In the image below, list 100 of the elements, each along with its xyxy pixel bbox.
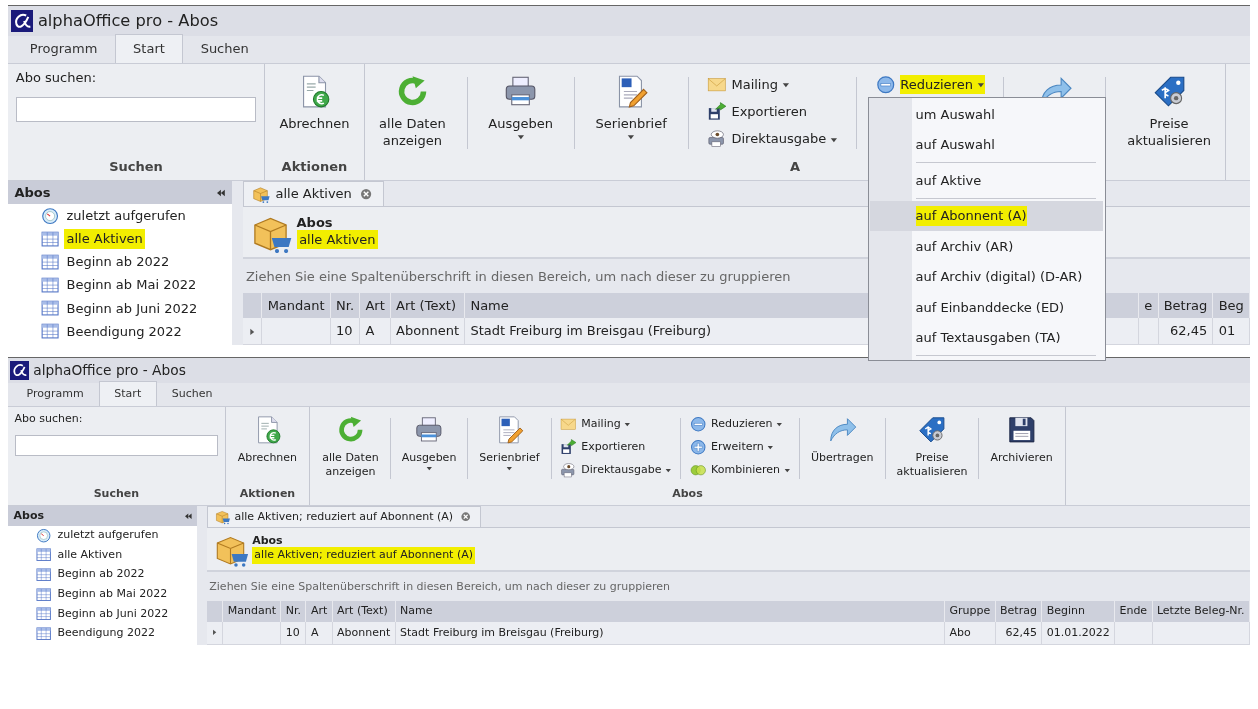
ribbon-button[interactable]: Preise aktualisieren xyxy=(1120,68,1218,155)
menu-item[interactable]: auf Archiv (AR) xyxy=(870,231,1104,262)
sidebar-item[interactable]: Beginn ab Mai 2022 xyxy=(8,273,232,297)
column-header[interactable]: Letzte Beleg-Nr. xyxy=(1152,601,1250,622)
view-subtitle: alle Aktiven; reduziert auf Abonnent (A) xyxy=(252,547,476,564)
ribbon-button[interactable]: Reduzieren xyxy=(686,414,794,435)
printer-eye-icon xyxy=(706,129,727,149)
ribbon-button[interactable]: Serienbrief xyxy=(589,68,674,146)
sidebar-item[interactable]: zuletzt aufgerufen xyxy=(8,204,232,228)
ribbon-button[interactable]: Erweitern xyxy=(686,437,794,458)
ribbon-button[interactable]: Mailing xyxy=(702,72,843,97)
search-field[interactable] xyxy=(15,96,257,122)
column-header[interactable]: Ende xyxy=(1114,601,1152,622)
column-header[interactable]: e xyxy=(1138,293,1158,318)
ribbon-button[interactable]: Archivieren xyxy=(984,410,1059,470)
grid-icon xyxy=(35,625,51,642)
column-header[interactable]: Nr. xyxy=(330,293,360,318)
group-label: A xyxy=(789,158,800,177)
menu-item[interactable]: auf Aktive xyxy=(870,165,1104,196)
ribbon-button[interactable]: Übertragen xyxy=(805,410,880,470)
sidebar-item[interactable]: alle Aktiven xyxy=(8,545,198,565)
ribbon-button[interactable]: Ausgeben xyxy=(396,410,462,477)
column-header[interactable]: Gruppe xyxy=(944,601,996,622)
search-field[interactable] xyxy=(14,434,219,456)
ribbon-button[interactable]: alle Daten anzeigen xyxy=(316,410,385,484)
export-icon xyxy=(706,102,727,122)
history-icon xyxy=(35,527,51,544)
ribbon-button[interactable]: Direktausgabe xyxy=(702,126,843,152)
sidebar-item[interactable]: Beginn ab Juni 2022 xyxy=(8,604,198,624)
tab-label: alle Aktiven xyxy=(275,185,352,204)
column-header[interactable]: Mandant xyxy=(261,293,331,318)
grid-icon xyxy=(40,229,59,248)
window-title: alphaOffice pro - Abos xyxy=(33,361,186,381)
ribbon-button[interactable]: Exportieren xyxy=(702,99,843,125)
ribbon-button[interactable]: alle Daten anzeigen xyxy=(372,68,453,155)
ribbon-tab[interactable]: Start xyxy=(115,33,183,64)
minus-circle-icon xyxy=(690,416,707,433)
ribbon-button[interactable]: Mailing xyxy=(557,414,675,435)
box-cart-icon xyxy=(252,185,271,204)
grid-icon xyxy=(35,606,51,622)
column-header[interactable]: Art xyxy=(359,293,391,318)
view-title: Abos xyxy=(252,535,284,548)
sidebar-title: Abos xyxy=(13,507,44,524)
column-header[interactable]: Betrag xyxy=(1158,293,1213,318)
column-header[interactable]: Art (Text) xyxy=(390,293,465,318)
group-label: Aktionen xyxy=(281,158,348,177)
sidebar-item[interactable]: Beginn ab Juni 2022 xyxy=(8,296,232,320)
menu-item[interactable]: auf Abonnent (A) xyxy=(870,200,1104,232)
sidebar-item[interactable]: Beginn ab Mai 2022 xyxy=(8,584,198,604)
ribbon-tab[interactable]: Programm xyxy=(11,381,100,407)
double-chevron-icon[interactable] xyxy=(185,512,192,520)
printer-eye-icon xyxy=(560,462,577,479)
sidebar-item[interactable]: Beginn ab 2022 xyxy=(8,564,198,585)
menu-item[interactable]: um Auswahl xyxy=(870,99,1104,130)
group-label: Suchen xyxy=(109,158,163,177)
ribbon-button[interactable]: Direktausgabe xyxy=(557,460,675,482)
column-header[interactable]: Beginn xyxy=(1041,601,1115,622)
ribbon-button[interactable]: Abrechnen xyxy=(272,68,356,138)
tab-label: alle Aktiven; reduziert auf Abonnent (A) xyxy=(234,508,454,525)
column-header[interactable]: Mandant xyxy=(222,601,281,622)
sidebar-item[interactable]: zuletzt aufgerufen xyxy=(8,525,198,546)
ribbon-button[interactable]: Serienbrief xyxy=(473,410,546,477)
sidebar-item[interactable]: Beendigung 2022 xyxy=(8,623,198,644)
sidebar-item[interactable]: alle Aktiven xyxy=(8,227,232,251)
menu-item[interactable]: auf Archiv (digital) (D-AR) xyxy=(870,261,1104,293)
ribbon-tab[interactable]: Suchen xyxy=(182,33,267,64)
ribbon-button[interactable]: Kombinieren xyxy=(686,460,794,482)
ribbon-button[interactable]: Exportieren xyxy=(557,437,675,458)
box-cart-icon xyxy=(214,509,231,525)
ribbon-tab[interactable]: Suchen xyxy=(156,381,228,407)
table-cell: Abonnent xyxy=(390,317,465,345)
group-hint: Ziehen Sie eine Spaltenüberschrift in diesen Bereich, um nach dieser zu gruppieren xyxy=(208,579,671,596)
grid-icon xyxy=(40,322,59,341)
grid-icon xyxy=(40,252,59,272)
document-tab[interactable]: alle Aktiven xyxy=(243,180,384,207)
ribbon-tab[interactable]: Programm xyxy=(11,33,116,64)
menu-item[interactable]: auf Auswahl xyxy=(870,129,1104,161)
column-header[interactable]: Betrag xyxy=(995,601,1042,622)
view-title: Abos xyxy=(296,215,334,230)
group-label: Abos xyxy=(672,485,703,502)
grid-icon xyxy=(35,586,51,602)
ribbon-button[interactable]: Abrechnen xyxy=(232,410,303,470)
price-tag-icon xyxy=(917,415,947,445)
column-header[interactable]: Name xyxy=(395,601,945,622)
column-header[interactable]: Nr. xyxy=(280,601,306,622)
sidebar-item[interactable]: Beendigung 2022 xyxy=(8,319,232,343)
column-header[interactable]: Art (Text) xyxy=(332,601,396,622)
ribbon-button[interactable]: Ausgeben xyxy=(481,68,560,146)
document-tab[interactable]: alle Aktiven; reduziert auf Abonnent (A) xyxy=(207,505,481,528)
group-label: Suchen xyxy=(93,485,140,502)
minus-circle-icon xyxy=(875,74,896,95)
grid-icon xyxy=(40,299,59,318)
ribbon-button[interactable]: Preise aktualisieren xyxy=(891,410,973,484)
column-header[interactable]: Beg xyxy=(1212,293,1250,318)
double-chevron-icon[interactable] xyxy=(217,188,226,197)
window-title: alphaOffice pro - Abos xyxy=(37,9,219,32)
column-header[interactable]: Art xyxy=(306,601,333,622)
sidebar-item[interactable]: Beginn ab 2022 xyxy=(8,250,232,274)
history-icon xyxy=(40,206,59,225)
ribbon-tab[interactable]: Start xyxy=(99,381,157,407)
